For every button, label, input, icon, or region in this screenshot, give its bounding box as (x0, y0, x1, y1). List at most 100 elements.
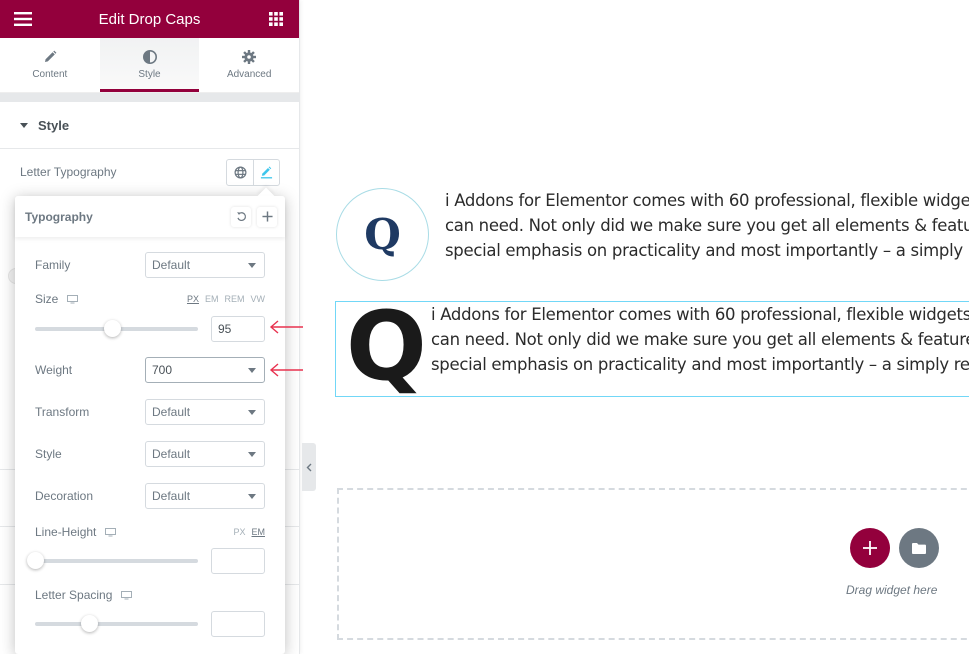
size-label: Size (35, 292, 59, 306)
family-select[interactable]: Default (145, 252, 265, 278)
annotation-arrow-icon (269, 320, 303, 334)
folder-icon (912, 542, 926, 554)
weight-label: Weight (35, 363, 73, 377)
reset-icon (236, 212, 246, 222)
add-template-button[interactable] (899, 528, 939, 568)
paragraph-line: special emphasis on practicality and mos… (431, 355, 969, 374)
size-units: PX EM REM VW (187, 294, 265, 304)
family-control: Family Default (35, 252, 265, 278)
style-label: Style (35, 447, 62, 461)
section-title: Style (38, 117, 70, 133)
grid-icon[interactable] (265, 8, 287, 30)
letter-spacing-control: Letter Spacing (35, 588, 265, 602)
tab-style[interactable]: Style (99, 38, 200, 92)
globe-icon (234, 166, 246, 178)
preview-canvas: Q i Addons for Elementor comes with 60 p… (301, 0, 969, 654)
letter-spacing-input[interactable] (211, 611, 265, 637)
letter-spacing-slider-handle[interactable] (80, 615, 98, 632)
chevron-down-icon (248, 451, 256, 457)
line-height-input[interactable] (211, 548, 265, 574)
unit-px[interactable]: PX (187, 294, 199, 304)
tab-advanced[interactable]: Advanced (199, 38, 299, 92)
decoration-label: Decoration (35, 489, 94, 503)
add-button[interactable] (257, 206, 277, 227)
desktop-icon[interactable] (121, 590, 133, 600)
line-height-slider-handle[interactable] (27, 552, 44, 569)
transform-control: Transform Default (35, 399, 265, 425)
desktop-icon[interactable] (67, 294, 79, 304)
gear-icon (242, 50, 257, 64)
panel-title: Edit Drop Caps (98, 10, 201, 28)
popover-title: Typography (25, 209, 93, 224)
dropzone-hint: Drag widget here (846, 583, 938, 597)
popover-header: Typography (15, 196, 285, 237)
pencil-icon (44, 50, 57, 62)
tab-label: Style (138, 69, 161, 80)
drop-cap-widget-2[interactable]: Q i Addons for Elementor comes with 60 p… (335, 292, 969, 402)
typography-popover: Typography Family Default Size PX EM REM… (15, 196, 285, 654)
transform-value: Default (152, 405, 191, 419)
family-value: Default (152, 258, 191, 272)
weight-select[interactable]: 700 (145, 357, 265, 383)
family-label: Family (35, 258, 71, 272)
paragraph-line: can need. Not only did we make sure you … (431, 330, 969, 349)
weight-control: Weight 700 (35, 357, 265, 383)
chevron-down-icon (248, 262, 256, 268)
size-slider-handle[interactable] (103, 320, 121, 337)
edit-typography-button[interactable] (253, 159, 279, 185)
drop-cap-letter: Q (346, 292, 427, 402)
unit-em[interactable]: EM (252, 527, 266, 537)
chevron-down-icon (248, 493, 256, 499)
letter-spacing-label: Letter Spacing (35, 588, 113, 602)
paragraph-line: can need. Not only did we make sure you … (445, 216, 969, 235)
paragraph-line: i Addons for Elementor comes with 60 pro… (431, 305, 969, 324)
style-control: Style Default (35, 441, 265, 467)
style-select[interactable]: Default (145, 441, 265, 467)
panel-tabs: Content Style Advanced (0, 38, 299, 93)
size-control: Size PX EM REM VW (35, 292, 265, 306)
letter-typography-control: Letter Typography (20, 158, 280, 186)
caret-down-icon (20, 122, 28, 128)
reset-button[interactable] (231, 206, 251, 227)
plus-icon (261, 211, 273, 222)
letter-spacing-slider[interactable] (35, 615, 198, 632)
unit-rem[interactable]: REM (225, 294, 245, 304)
line-height-label: Line-Height (35, 525, 97, 539)
panel-header: Edit Drop Caps (0, 0, 299, 38)
decoration-select[interactable]: Default (145, 483, 265, 509)
decoration-value: Default (152, 489, 191, 503)
chevron-down-icon (248, 409, 256, 415)
global-button[interactable] (227, 160, 253, 185)
unit-em[interactable]: EM (205, 294, 219, 304)
paragraph-line: i Addons for Elementor comes with 60 pro… (445, 191, 969, 210)
plus-icon (863, 541, 877, 555)
tab-label: Advanced (226, 69, 272, 80)
typography-button-group (226, 158, 280, 186)
line-height-units: PX EM (233, 527, 265, 537)
chevron-down-icon (248, 367, 256, 373)
size-slider[interactable] (35, 320, 198, 337)
letter-typography-label: Letter Typography (20, 165, 117, 179)
weight-value: 700 (152, 363, 173, 377)
decoration-control: Decoration Default (35, 483, 265, 509)
unit-vw[interactable]: VW (251, 294, 266, 304)
section-style-toggle[interactable]: Style (0, 102, 299, 149)
tab-content[interactable]: Content (0, 38, 100, 92)
add-section-button[interactable] (850, 528, 890, 568)
transform-select[interactable]: Default (145, 399, 265, 425)
pencil-icon (260, 166, 273, 178)
style-value: Default (152, 447, 191, 461)
tab-label: Content (32, 69, 68, 80)
annotation-arrow-icon (269, 363, 303, 377)
transform-label: Transform (35, 405, 90, 419)
size-input[interactable]: 95 (211, 316, 265, 342)
unit-px[interactable]: PX (233, 527, 245, 537)
drop-cap-letter: Q (336, 188, 429, 281)
desktop-icon[interactable] (105, 527, 117, 537)
line-height-control: Line-Height PX EM (35, 525, 265, 539)
contrast-icon (142, 50, 157, 64)
elementor-editor: Edit Drop Caps Content Style Advanced St… (0, 0, 969, 654)
hamburger-icon[interactable] (12, 8, 34, 30)
line-height-slider[interactable] (27, 552, 198, 569)
divider (0, 93, 299, 102)
